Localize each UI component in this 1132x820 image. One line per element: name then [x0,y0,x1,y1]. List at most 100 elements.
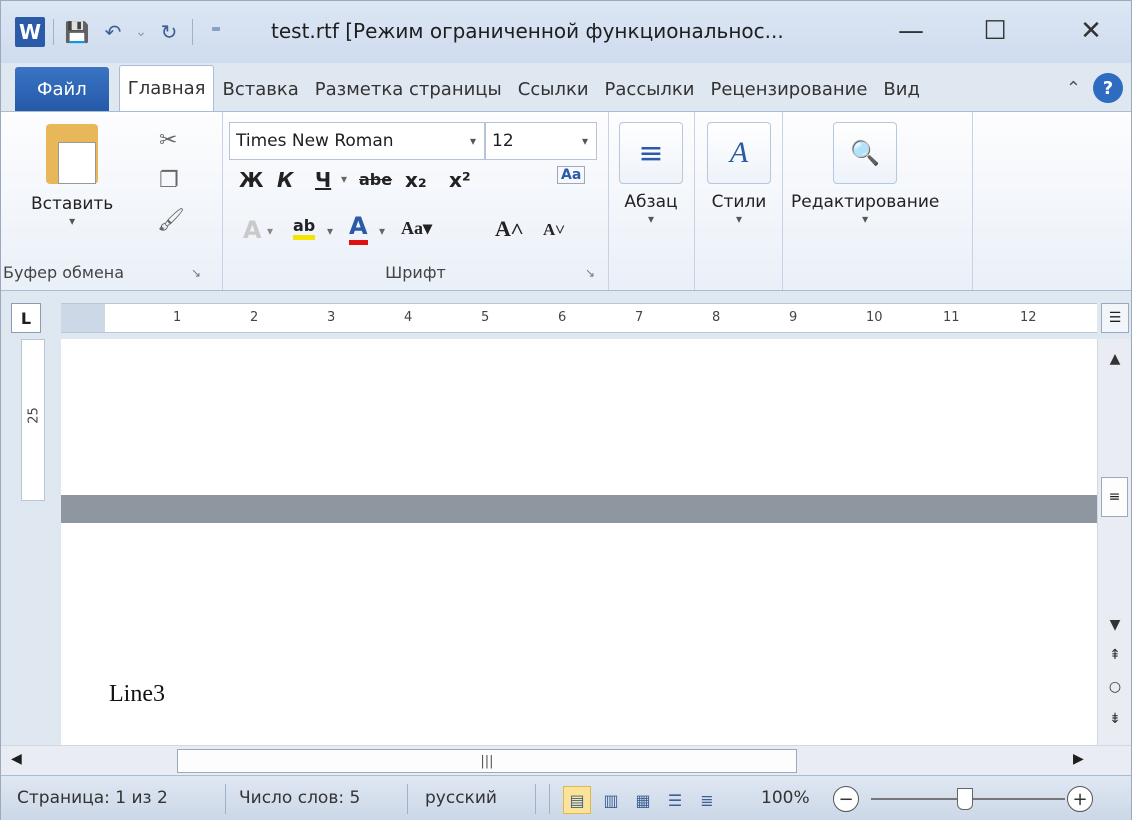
paragraph-icon: ≡ [619,122,683,184]
tab-view[interactable]: Вид [875,67,928,111]
chevron-down-icon[interactable]: ▾ [470,134,476,148]
vertical-scrollbar[interactable]: ▲ ≡ ▼ ⇞ ○ ⇟ [1097,339,1131,745]
styles-button[interactable]: A Стили ▾ [707,122,771,226]
italic-button[interactable]: К [277,168,293,192]
clear-formatting-icon[interactable]: Aa [557,166,586,184]
tab-insert[interactable]: Вставка [214,67,306,111]
ruler-tick: 3 [327,310,336,325]
scroll-down-icon[interactable]: ▼ [1098,611,1132,639]
full-screen-reading-icon[interactable]: ▥ [597,786,625,814]
chevron-down-icon[interactable]: ▾ [582,134,588,148]
font-name-combo[interactable]: Times New Roman ▾ [229,122,485,160]
ruler-tick: 10 [866,310,883,325]
change-case-button[interactable]: Aa▾ [401,218,432,239]
font-color-icon[interactable]: A [349,212,368,245]
paste-dropdown-icon[interactable]: ▾ [69,214,75,228]
tab-page-layout[interactable]: Разметка страницы [307,67,510,111]
shrink-font-button[interactable]: A˅ [543,220,565,240]
find-icon: 🔍 [833,122,898,184]
outline-view-icon[interactable]: ☰ [661,786,689,814]
highlight-dropdown-icon[interactable]: ▾ [327,224,333,238]
zoom-out-button[interactable]: − [833,786,859,812]
draft-view-icon[interactable]: ≣ [693,786,721,814]
undo-icon[interactable]: ↶ [98,17,128,47]
horizontal-scroll-thumb[interactable]: ||| [177,749,797,773]
tab-review[interactable]: Рецензирование [703,67,876,111]
tab-mailings[interactable]: Рассылки [597,67,703,111]
grow-font-button[interactable]: A˄ [495,216,523,242]
separator [192,19,193,45]
web-layout-icon[interactable]: ▦ [629,786,657,814]
ruler-tick: 5 [481,310,490,325]
scroll-right-icon[interactable]: ▶ [1073,751,1084,767]
ruler-tick: 2 [250,310,259,325]
copy-icon[interactable]: ❐ [159,168,179,193]
styles-dropdown-icon[interactable]: ▾ [736,212,742,226]
tab-file[interactable]: Файл [15,67,109,111]
help-icon[interactable]: ? [1093,73,1123,103]
tab-references[interactable]: Ссылки [510,67,597,111]
superscript-button[interactable]: x² [449,168,471,192]
cut-icon[interactable]: ✂ [159,128,177,153]
tab-home[interactable]: Главная [118,65,215,111]
horizontal-ruler[interactable]: 12345678910111213 [61,303,1097,333]
underline-dropdown-icon[interactable]: ▾ [341,172,347,186]
styles-group: A Стили ▾ [695,112,783,290]
close-button[interactable]: ✕ [1059,9,1123,53]
horizontal-scrollbar[interactable]: ◀ ||| ▶ [1,745,1131,775]
zoom-level[interactable]: 100% [761,788,810,808]
status-language[interactable]: русский [425,788,497,808]
font-group-label: Шрифт [385,263,446,282]
zoom-slider-handle[interactable] [957,788,973,810]
maximize-button[interactable]: ☐ [963,9,1027,53]
scroll-left-icon[interactable]: ◀ [11,751,22,767]
styles-label: Стили [711,192,767,212]
next-page-icon[interactable]: ⇟ [1098,705,1132,733]
status-page[interactable]: Страница: 1 из 2 [17,788,168,808]
font-color-dropdown-icon[interactable]: ▾ [379,224,385,238]
scroll-up-icon[interactable]: ▲ [1098,345,1132,373]
ruler-tick: 12 [1020,310,1037,325]
font-size-combo[interactable]: 12 ▾ [485,122,597,160]
browse-object-icon[interactable]: ○ [1098,673,1132,701]
previous-page-icon[interactable]: ⇞ [1098,641,1132,669]
print-layout-view-icon[interactable]: ▤ [563,786,591,814]
zoom-in-button[interactable]: + [1067,786,1093,812]
format-painter-icon[interactable]: 🖌 [157,208,185,233]
paste-button[interactable]: Вставить ▾ [31,124,113,228]
collapse-ribbon-icon[interactable]: ⌃ [1066,78,1081,99]
document-text-line[interactable]: Line3 [109,681,165,708]
vertical-ruler[interactable]: 25 [21,339,45,501]
underline-button[interactable]: Ч [315,168,331,192]
undo-dropdown-icon[interactable]: ⌄ [134,17,148,47]
document-page-2[interactable] [61,523,1097,745]
editing-button[interactable]: 🔍 Редактирование ▾ [791,122,939,226]
ruler-tick: 4 [404,310,413,325]
view-ruler-icon[interactable]: ☰ [1101,303,1129,333]
paragraph-label: Абзац [624,192,678,212]
tab-selector-button[interactable]: L [11,303,41,333]
strikethrough-button[interactable]: abe [359,170,392,189]
paragraph-button[interactable]: ≡ Абзац ▾ [619,122,683,226]
word-logo-icon[interactable]: W [15,17,45,47]
ruler-bar: L 12345678910111213 ☰ [1,291,1131,339]
paragraph-dropdown-icon[interactable]: ▾ [648,212,654,226]
font-launcher-icon[interactable]: ↘ [585,266,595,280]
ruler-tick: 8 [712,310,721,325]
scroll-thumb[interactable]: ≡ [1101,477,1128,517]
bold-button[interactable]: Ж [239,168,263,192]
customize-qat-icon[interactable]: ⁼ [201,17,231,47]
separator [535,784,536,814]
clipboard-launcher-icon[interactable]: ↘ [191,266,201,280]
editing-dropdown-icon[interactable]: ▾ [862,212,868,226]
vertical-ruler-number: 25 [26,407,42,424]
text-effects-dropdown-icon[interactable]: ▾ [267,224,273,238]
minimize-button[interactable]: — [879,9,943,53]
paragraph-group: ≡ Абзац ▾ [609,112,695,290]
subscript-button[interactable]: x₂ [405,168,427,192]
redo-icon[interactable]: ↻ [154,17,184,47]
text-effects-icon[interactable]: A [243,216,262,244]
highlight-icon[interactable]: ab [293,216,316,240]
save-icon[interactable]: 💾 [62,17,92,47]
status-word-count[interactable]: Число слов: 5 [239,788,360,808]
